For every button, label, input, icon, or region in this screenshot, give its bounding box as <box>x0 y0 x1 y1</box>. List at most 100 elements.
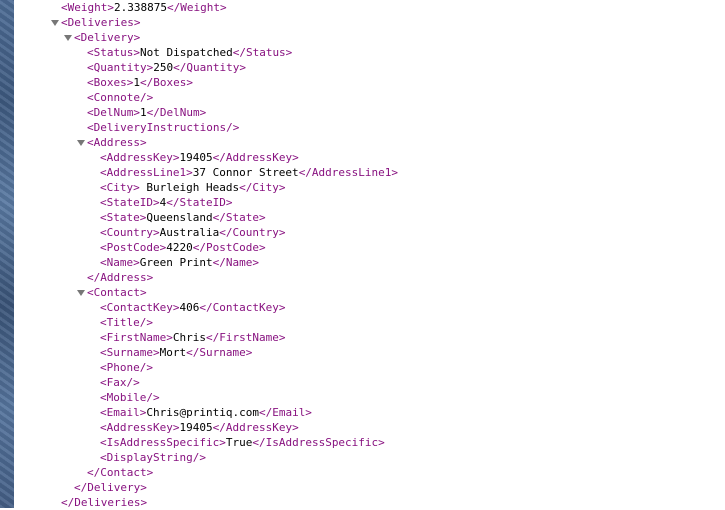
xml-line: <Quantity>250</Quantity> <box>87 60 246 75</box>
xml-line: </Address> <box>87 270 153 285</box>
xml-open-tag: <Status> <box>87 46 140 59</box>
xml-text-value: 37 Connor Street <box>193 166 299 179</box>
xml-close-tag: </AddressKey> <box>213 421 299 434</box>
xml-close-tag: </Status> <box>233 46 293 59</box>
xml-open-tag: <Title/> <box>100 316 153 329</box>
xml-open-tag: <Boxes> <box>87 76 133 89</box>
xml-line: </Contact> <box>87 465 153 480</box>
xml-text-value: 19405 <box>179 421 212 434</box>
xml-close-tag: </Country> <box>219 226 285 239</box>
xml-close-tag: </Boxes> <box>140 76 193 89</box>
xml-open-tag: <Phone/> <box>100 361 153 374</box>
xml-line: <DisplayString/> <box>100 450 206 465</box>
xml-line: <Weight>2.338875</Weight> <box>61 0 227 15</box>
xml-open-tag: </Address> <box>87 271 153 284</box>
xml-line: <AddressKey>19405</AddressKey> <box>100 150 299 165</box>
xml-open-tag: <DelNum> <box>87 106 140 119</box>
xml-line: <FirstName>Chris</FirstName> <box>100 330 285 345</box>
xml-open-tag: <FirstName> <box>100 331 173 344</box>
xml-line: <DeliveryInstructions/> <box>87 120 239 135</box>
xml-text-value: 1 <box>140 106 147 119</box>
xml-line: <State>Queensland</State> <box>100 210 266 225</box>
xml-close-tag: </AddressKey> <box>213 151 299 164</box>
xml-open-tag: <DeliveryInstructions/> <box>87 121 239 134</box>
disclosure-triangle-icon[interactable] <box>77 140 85 146</box>
xml-close-tag: </Email> <box>259 406 312 419</box>
xml-open-tag: <Deliveries> <box>61 16 140 29</box>
xml-text-value: 406 <box>179 301 199 314</box>
xml-close-tag: </IsAddressSpecific> <box>252 436 384 449</box>
xml-open-tag: <Address> <box>87 136 147 149</box>
xml-open-tag: <City> <box>100 181 140 194</box>
xml-line: <Connote/> <box>87 90 153 105</box>
xml-text-value: 250 <box>153 61 173 74</box>
xml-close-tag: </Name> <box>213 256 259 269</box>
xml-text-value: Mort <box>160 346 187 359</box>
xml-text-value: Green Print <box>140 256 213 269</box>
xml-close-tag: </ContactKey> <box>199 301 285 314</box>
xml-line: <Delivery> <box>74 30 140 45</box>
xml-line: <DelNum>1</DelNum> <box>87 105 206 120</box>
xml-close-tag: </PostCode> <box>193 241 266 254</box>
xml-open-tag: <AddressKey> <box>100 151 179 164</box>
xml-tree-viewer: <Weight>2.338875</Weight><Deliveries><De… <box>14 0 725 508</box>
xml-line: <Email>Chris@printiq.com</Email> <box>100 405 312 420</box>
xml-line: <Country>Australia</Country> <box>100 225 285 240</box>
xml-close-tag: </FirstName> <box>206 331 285 344</box>
xml-line: <City> Burleigh Heads</City> <box>100 180 285 195</box>
xml-open-tag: <Quantity> <box>87 61 153 74</box>
xml-line: <Surname>Mort</Surname> <box>100 345 252 360</box>
xml-text-value: Chris <box>173 331 206 344</box>
xml-close-tag: </Weight> <box>167 1 227 14</box>
xml-line: <Status>Not Dispatched</Status> <box>87 45 292 60</box>
xml-line: <Deliveries> <box>61 15 140 30</box>
xml-text-value: True <box>226 436 253 449</box>
xml-line: <AddressKey>19405</AddressKey> <box>100 420 299 435</box>
xml-line: <Contact> <box>87 285 147 300</box>
xml-line: <Phone/> <box>100 360 153 375</box>
xml-open-tag: <Connote/> <box>87 91 153 104</box>
xml-open-tag: <State> <box>100 211 146 224</box>
xml-text-value: 2.338875 <box>114 1 167 14</box>
xml-open-tag: <Mobile/> <box>100 391 160 404</box>
xml-line: <Address> <box>87 135 147 150</box>
disclosure-triangle-icon[interactable] <box>64 35 72 41</box>
xml-line: <Title/> <box>100 315 153 330</box>
xml-close-tag: </City> <box>239 181 285 194</box>
xml-text-value: Queensland <box>146 211 212 224</box>
xml-open-tag: </Contact> <box>87 466 153 479</box>
xml-open-tag: </Delivery> <box>74 481 147 494</box>
xml-open-tag: <Name> <box>100 256 140 269</box>
xml-open-tag: <IsAddressSpecific> <box>100 436 226 449</box>
xml-text-value: 4220 <box>166 241 193 254</box>
xml-open-tag: <Fax/> <box>100 376 140 389</box>
xml-line: <Mobile/> <box>100 390 160 405</box>
xml-line: <IsAddressSpecific>True</IsAddressSpecif… <box>100 435 385 450</box>
xml-open-tag: <ContactKey> <box>100 301 179 314</box>
xml-close-tag: </AddressLine1> <box>299 166 398 179</box>
xml-open-tag: <Surname> <box>100 346 160 359</box>
xml-open-tag: <Weight> <box>61 1 114 14</box>
xml-line: <PostCode>4220</PostCode> <box>100 240 266 255</box>
xml-open-tag: <PostCode> <box>100 241 166 254</box>
xml-open-tag: <Email> <box>100 406 146 419</box>
xml-text-value: 19405 <box>179 151 212 164</box>
xml-text-value: Not Dispatched <box>140 46 233 59</box>
xml-line: <Name>Green Print</Name> <box>100 255 259 270</box>
xml-line: <Boxes>1</Boxes> <box>87 75 193 90</box>
xml-open-tag: <StateID> <box>100 196 160 209</box>
xml-text-value: Australia <box>160 226 220 239</box>
desktop-background <box>0 0 14 508</box>
xml-close-tag: </Surname> <box>186 346 252 359</box>
xml-close-tag: </DelNum> <box>147 106 207 119</box>
xml-close-tag: </State> <box>213 211 266 224</box>
xml-open-tag: <Delivery> <box>74 31 140 44</box>
xml-open-tag: <Country> <box>100 226 160 239</box>
xml-text-value: 1 <box>133 76 140 89</box>
xml-text-value: Chris@printiq.com <box>146 406 259 419</box>
disclosure-triangle-icon[interactable] <box>51 20 59 26</box>
disclosure-triangle-icon[interactable] <box>77 290 85 296</box>
xml-text-value: Burleigh Heads <box>140 181 239 194</box>
xml-close-tag: </Quantity> <box>173 61 246 74</box>
xml-open-tag: <DisplayString/> <box>100 451 206 464</box>
